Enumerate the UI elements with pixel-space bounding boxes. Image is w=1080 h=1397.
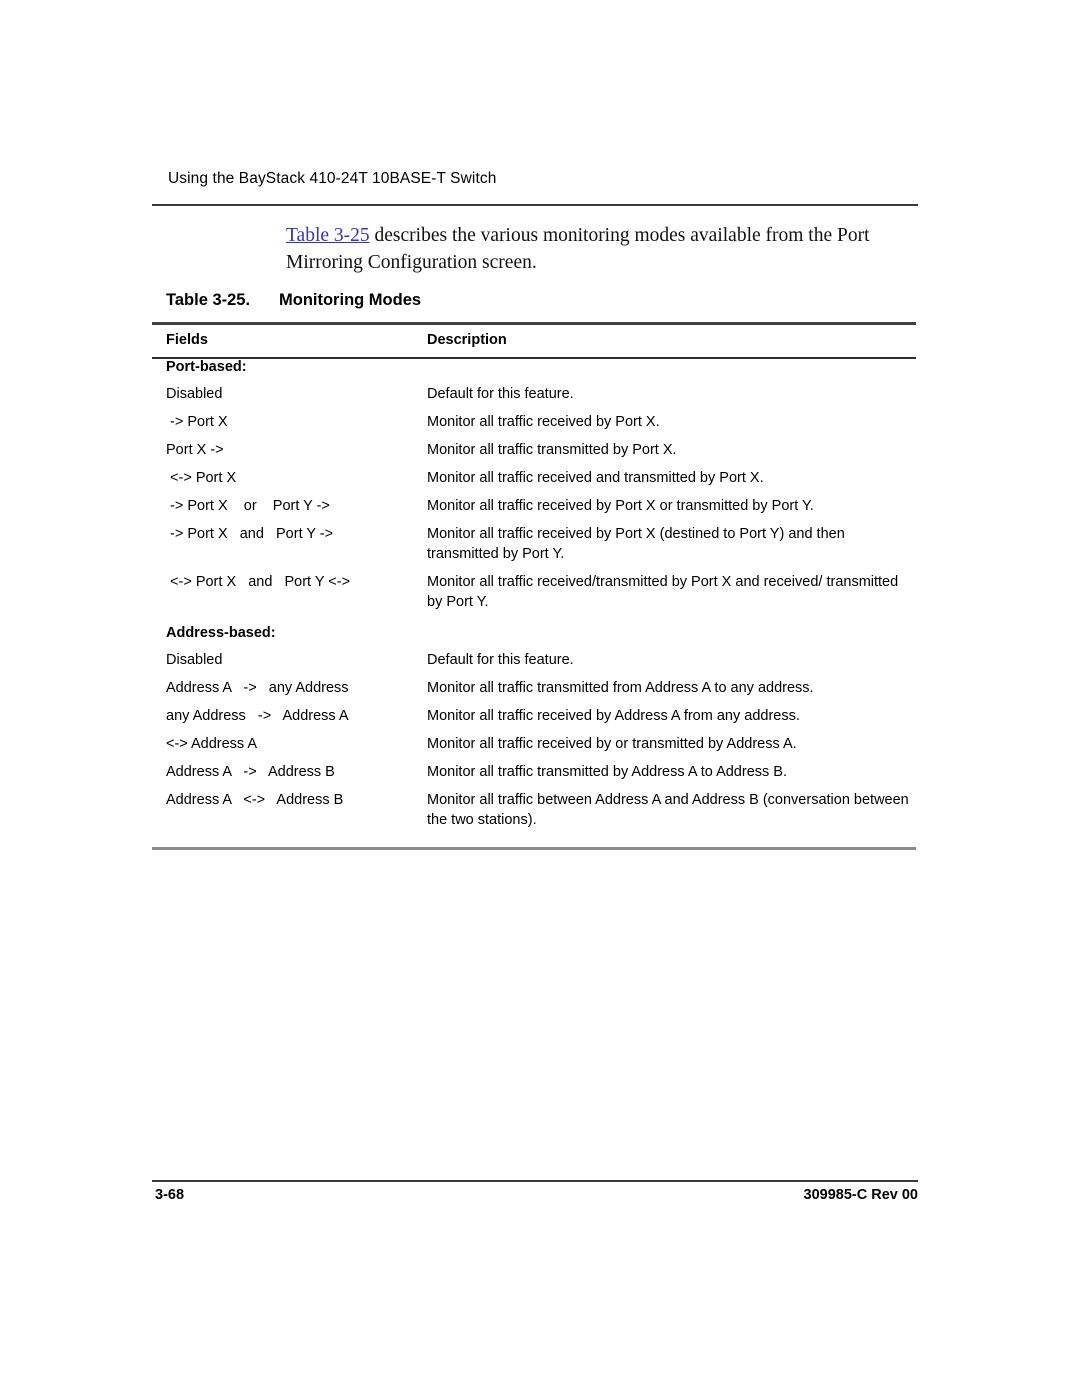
group-heading-port-based: Port-based: <box>166 359 247 375</box>
cell-description: Monitor all traffic received by Port X. <box>427 414 660 430</box>
table-row: Disabled Default for this feature. <box>152 643 916 670</box>
intro-paragraph: Table 3-25 describes the various monitor… <box>286 222 906 276</box>
cell-description: Monitor all traffic received/transmitted… <box>427 574 899 610</box>
footer-document-id: 309985-C Rev 00 <box>803 1187 918 1203</box>
table-row: Disabled Default for this feature. <box>152 377 916 404</box>
table-top-rule <box>152 322 916 325</box>
cell-description: Default for this feature. <box>427 652 574 668</box>
monitoring-modes-table: Fields Description Port-based: Disabled … <box>152 330 916 830</box>
table-header-row: Fields Description <box>152 330 916 357</box>
cell-field: <-> Port X <box>166 470 237 486</box>
cell-description: Monitor all traffic received by or trans… <box>427 736 797 752</box>
cell-field: -> Port X or Port Y -> <box>166 498 330 514</box>
header-divider <box>152 204 918 206</box>
cell-description: Monitor all traffic transmitted by Addre… <box>427 764 787 780</box>
cell-field: Disabled <box>166 386 223 402</box>
column-header-description: Description <box>427 332 507 348</box>
column-header-fields: Fields <box>166 332 208 348</box>
table-row: Address A -> Address B Monitor all traff… <box>152 754 916 782</box>
cell-description: Monitor all traffic transmitted by Port … <box>427 442 677 458</box>
cell-description: Monitor all traffic received by Address … <box>427 708 800 724</box>
cell-description: Monitor all traffic received by Port X o… <box>427 498 814 514</box>
table-row: -> Port X or Port Y -> Monitor all traff… <box>152 488 916 516</box>
cell-field: -> Port X and Port Y -> <box>166 526 334 542</box>
table-cross-reference-link[interactable]: Table 3-25 <box>286 225 370 246</box>
cell-field: Address A <-> Address B <box>166 792 344 808</box>
table-row: Address A -> any Address Monitor all tra… <box>152 670 916 698</box>
table-row: any Address -> Address A Monitor all tra… <box>152 698 916 726</box>
cell-description: Default for this feature. <box>427 386 574 402</box>
cell-field: <-> Port X and Port Y <-> <box>166 574 351 590</box>
table-row: Address A <-> Address B Monitor all traf… <box>152 782 916 830</box>
document-page: Using the BayStack 410-24T 10BASE-T Swit… <box>0 0 1080 1397</box>
running-header: Using the BayStack 410-24T 10BASE-T Swit… <box>168 170 497 187</box>
cell-field: Address A -> Address B <box>166 764 335 780</box>
cell-description: Monitor all traffic received by Port X (… <box>427 526 845 562</box>
table-row: <-> Address A Monitor all traffic receiv… <box>152 726 916 754</box>
cell-description: Monitor all traffic between Address A an… <box>427 792 909 828</box>
cell-description: Monitor all traffic received and transmi… <box>427 470 764 486</box>
table-row: -> Port X and Port Y -> Monitor all traf… <box>152 516 916 564</box>
cell-field: Port X -> <box>166 442 224 458</box>
table-caption: Table 3-25. Monitoring Modes <box>166 291 918 310</box>
intro-text: describes the various monitoring modes a… <box>286 225 870 273</box>
cell-field: any Address -> Address A <box>166 708 349 724</box>
table-caption-label: Table 3-25. <box>166 291 251 309</box>
table-row: <-> Port X and Port Y <-> Monitor all tr… <box>152 564 916 612</box>
table-caption-title: Monitoring Modes <box>279 291 422 309</box>
cell-field: Address A -> any Address <box>166 680 349 696</box>
table-row: Port X -> Monitor all traffic transmitte… <box>152 432 916 460</box>
table-row: <-> Port X Monitor all traffic received … <box>152 460 916 488</box>
cell-description: Monitor all traffic transmitted from Add… <box>427 680 814 696</box>
cell-field: <-> Address A <box>166 736 258 752</box>
cell-field: -> Port X <box>166 414 228 430</box>
cell-field: Disabled <box>166 652 223 668</box>
group-heading-address-based: Address-based: <box>166 625 276 641</box>
footer-divider <box>152 1180 918 1182</box>
table-bottom-rule <box>152 847 916 850</box>
table-row: -> Port X Monitor all traffic received b… <box>152 404 916 432</box>
